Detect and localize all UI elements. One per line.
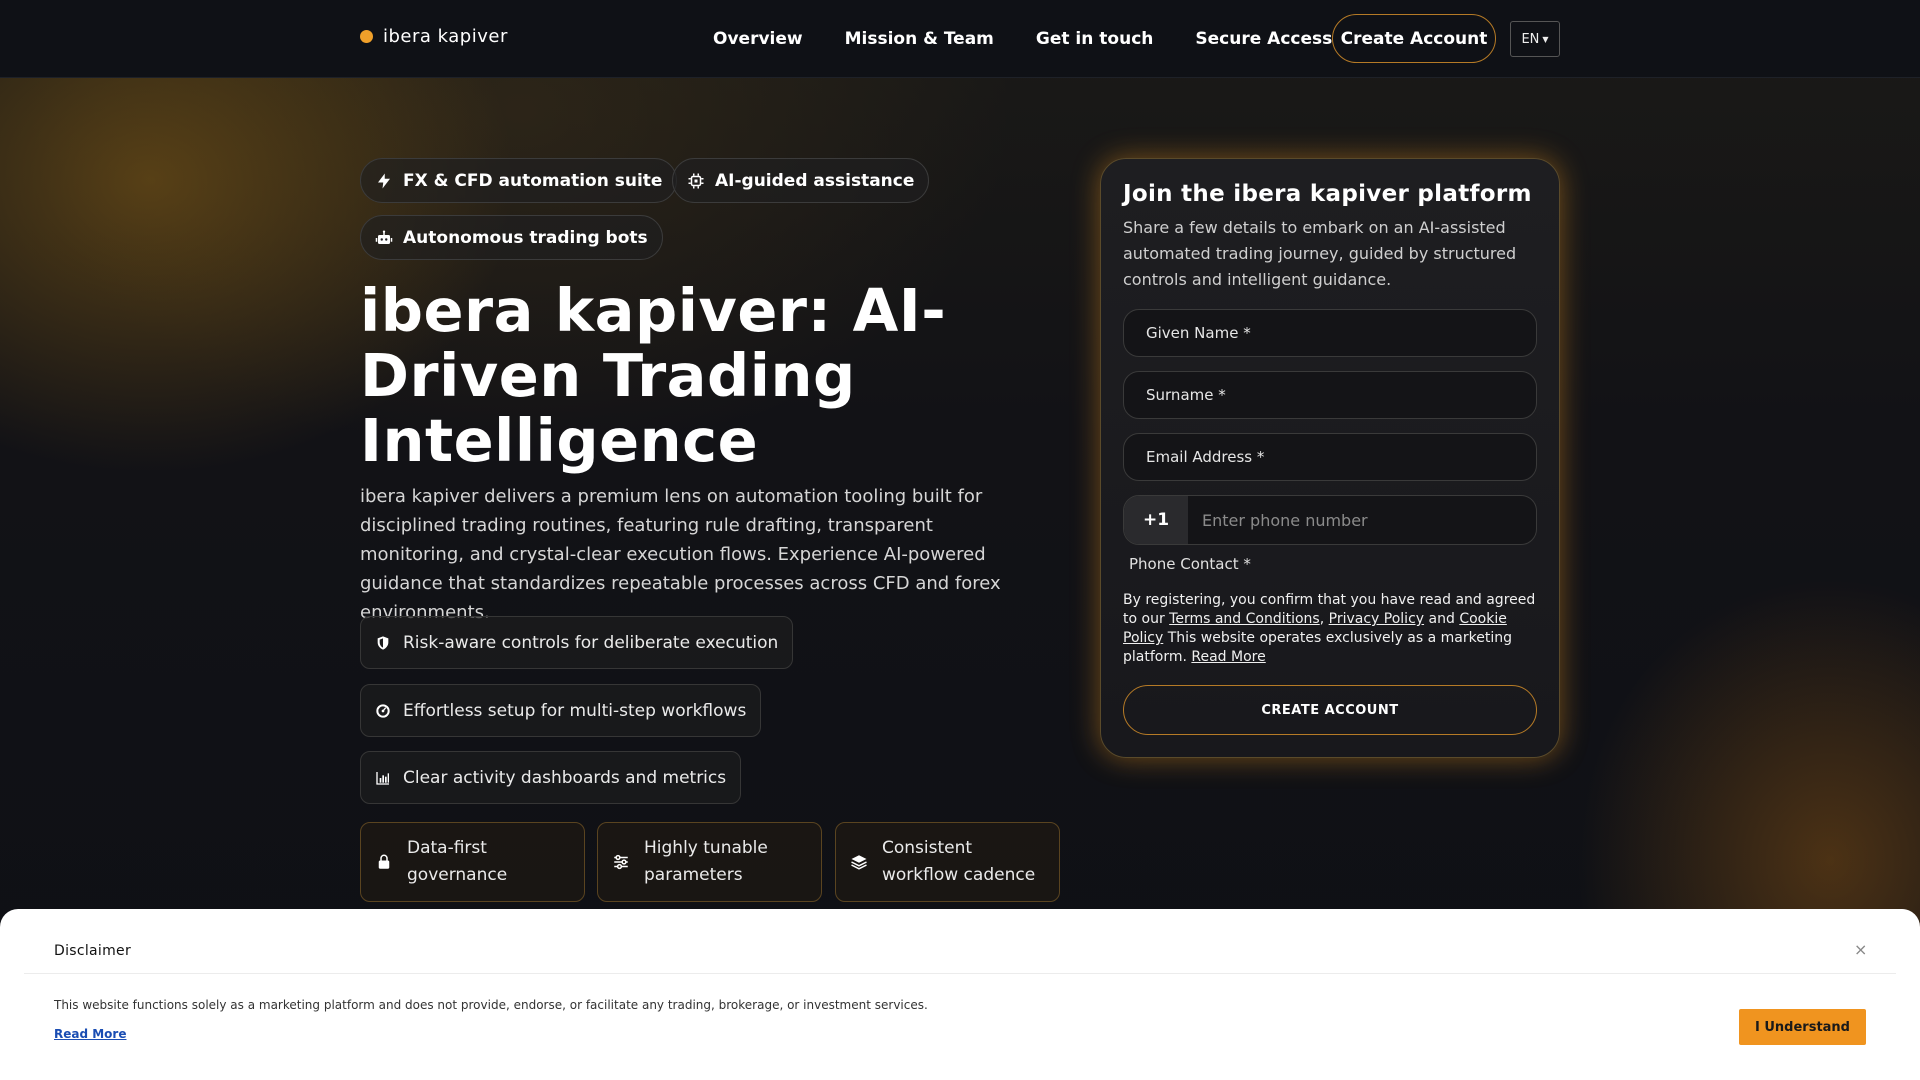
language-selector[interactable]: EN ▼: [1510, 21, 1560, 57]
bar-chart-icon: [376, 771, 389, 785]
card-label: Highly tunable parameters: [644, 838, 768, 885]
shield-icon: [377, 635, 389, 650]
disclaimer-read-more-link[interactable]: Read More: [54, 1027, 127, 1041]
registration-panel: Join the ibera kapiver platform Share a …: [1100, 158, 1560, 758]
tag-trading-bots: Autonomous trading bots: [360, 215, 663, 260]
hero-description: ibera kapiver delivers a premium lens on…: [360, 486, 1001, 623]
top-navigation: ibera kapiver Overview Mission & Team Ge…: [0, 0, 1920, 78]
card-data-first-governance: Data-first governance: [360, 822, 585, 902]
legal-comma: ,: [1319, 611, 1325, 627]
phone-field: +1: [1123, 495, 1537, 545]
sliders-icon: [614, 854, 628, 870]
legal-read-more-link[interactable]: Read More: [1191, 649, 1265, 665]
tag-label: AI-guided assistance: [715, 170, 915, 191]
nav-links: Overview Mission & Team Get in touch Sec…: [692, 0, 1353, 78]
tag-label: FX & CFD automation suite: [403, 170, 663, 191]
email-field[interactable]: Email Address *: [1123, 433, 1537, 481]
feature-dashboards: Clear activity dashboards and metrics: [360, 751, 742, 804]
disclaimer-banner: Disclaimer × This website functions sole…: [0, 909, 1920, 1080]
privacy-link[interactable]: Privacy Policy: [1329, 611, 1424, 627]
card-label: Consistent workflow cadence: [882, 838, 1036, 885]
feature-label: Risk-aware controls for deliberate execu…: [403, 632, 779, 653]
terms-link[interactable]: Terms and Conditions: [1169, 611, 1320, 627]
tag-label: Autonomous trading bots: [403, 227, 648, 248]
phone-input[interactable]: [1188, 496, 1536, 544]
language-label: EN: [1521, 31, 1540, 47]
close-icon[interactable]: ×: [1854, 940, 1867, 959]
lightning-icon: [378, 173, 390, 188]
lock-icon: [378, 854, 390, 869]
card-tunable-parameters: Highly tunable parameters: [597, 822, 822, 902]
nav-link-get-in-touch[interactable]: Get in touch: [1036, 29, 1153, 49]
disclaimer-divider: [24, 973, 1896, 974]
nav-link-secure-access[interactable]: Secure Access: [1195, 29, 1332, 49]
nav-link-overview[interactable]: Overview: [713, 29, 803, 49]
brand-dot-icon: [360, 30, 373, 43]
email-label: Email Address *: [1146, 448, 1265, 466]
feature-risk-aware: Risk-aware controls for deliberate execu…: [360, 616, 794, 669]
disclaimer-title: Disclaimer: [54, 943, 132, 959]
nav-create-account-button[interactable]: Create Account: [1332, 14, 1496, 63]
gauge-icon: [376, 703, 390, 718]
chip-icon: [688, 173, 704, 188]
given-name-field[interactable]: Given Name *: [1123, 309, 1537, 357]
surname-field[interactable]: Surname *: [1123, 371, 1537, 419]
disclaimer-text: This website functions solely as a marke…: [54, 998, 928, 1012]
phone-label: Phone Contact *: [1129, 555, 1251, 573]
form-title: Join the ibera kapiver platform: [1123, 181, 1532, 207]
card-label: Data-first governance: [407, 838, 508, 885]
surname-label: Surname *: [1146, 386, 1226, 404]
brand-logo[interactable]: ibera kapiver: [360, 26, 508, 47]
robot-icon: [375, 230, 393, 244]
legal-notice: By registering, you confirm that you hav…: [1123, 591, 1537, 667]
tag-fx-cfd: FX & CFD automation suite: [360, 158, 678, 203]
legal-suffix: This website operates exclusively as a m…: [1123, 630, 1512, 665]
form-subtitle: Share a few details to embark on an AI-a…: [1123, 218, 1517, 289]
caret-down-icon: ▼: [1542, 34, 1549, 44]
feature-label: Effortless setup for multi-step workflow…: [403, 700, 747, 721]
phone-country-code[interactable]: +1: [1124, 496, 1188, 544]
tag-ai-guided: AI-guided assistance: [672, 158, 930, 203]
given-name-label: Given Name *: [1146, 324, 1251, 342]
brand-name: ibera kapiver: [383, 26, 508, 47]
hero-title: ibera kapiver: AI-Driven Trading Intelli…: [360, 276, 947, 475]
layers-icon: [851, 855, 867, 870]
feature-label: Clear activity dashboards and metrics: [403, 767, 727, 788]
i-understand-button[interactable]: I Understand: [1739, 1009, 1866, 1045]
legal-and: and: [1428, 611, 1455, 627]
card-workflow-cadence: Consistent workflow cadence: [835, 822, 1060, 902]
create-account-button[interactable]: CREATE ACCOUNT: [1123, 685, 1537, 735]
nav-link-mission-team[interactable]: Mission & Team: [845, 29, 994, 49]
feature-effortless-setup: Effortless setup for multi-step workflow…: [360, 684, 762, 737]
